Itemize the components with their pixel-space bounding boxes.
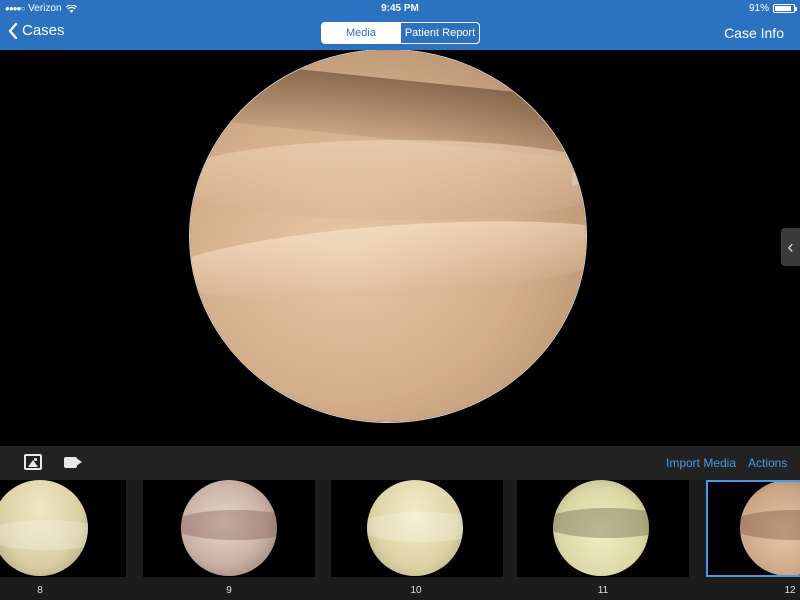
arthroscopy-image — [190, 50, 586, 422]
status-bar: ●●●●○ Verizon 9:45 PM 91% — [0, 0, 800, 17]
image-highlight-band — [0, 520, 88, 550]
side-panel-handle[interactable]: ‹ — [781, 228, 800, 266]
thumbnail-label: 8 — [37, 585, 43, 596]
image-highlight-band — [190, 140, 586, 220]
actions-button[interactable]: Actions — [748, 456, 787, 470]
media-viewer[interactable]: ‹ — [0, 50, 800, 446]
app-root: ●●●●○ Verizon 9:45 PM 91% Cases Media Pa… — [0, 0, 800, 600]
battery-percent: 91% — [748, 3, 769, 14]
segment-patient-report[interactable]: Patient Report — [400, 23, 479, 43]
battery-icon — [773, 4, 797, 13]
thumbnail-10[interactable] — [331, 480, 503, 577]
thumbnail-9[interactable] — [143, 480, 315, 577]
clock: 9:45 PM — [381, 3, 419, 14]
thumbnail-12[interactable] — [706, 480, 800, 577]
status-right: 91% — [748, 3, 797, 14]
chevron-left-icon: ‹ — [787, 236, 794, 257]
thumbnail-image — [367, 480, 463, 576]
chevron-left-icon — [8, 22, 18, 39]
thumbnail-image — [0, 480, 88, 576]
image-shade-band — [181, 510, 277, 540]
navigation-bar: Cases Media Patient Report Case Info — [0, 17, 800, 50]
thumbnail-image — [181, 480, 277, 576]
image-highlight-band — [190, 208, 586, 312]
import-media-button[interactable]: Import Media — [666, 456, 736, 470]
back-button[interactable]: Cases — [8, 22, 65, 39]
battery-fill — [775, 6, 792, 11]
thumbnail-image — [553, 480, 649, 576]
view-segmented-control: Media Patient Report — [321, 22, 480, 44]
thumbnail-8[interactable] — [0, 480, 126, 577]
scope-orientation-marker — [572, 172, 586, 186]
thumbnail-strip[interactable]: 8 9 10 11 12 — [0, 480, 800, 600]
media-toolbar: Import Media Actions — [0, 446, 800, 480]
back-button-label: Cases — [22, 22, 65, 39]
thumbnail-11[interactable] — [517, 480, 689, 577]
thumbnail-label: 10 — [410, 585, 422, 596]
thumbnail-label: 12 — [784, 585, 796, 596]
segment-media[interactable]: Media — [322, 23, 400, 43]
thumbnail-image — [740, 482, 800, 575]
thumbnail-label: 11 — [597, 585, 609, 596]
image-shade-band — [740, 510, 800, 540]
top-bar: ●●●●○ Verizon 9:45 PM 91% Cases Media Pa… — [0, 0, 800, 50]
thumbnail-label: 9 — [226, 585, 232, 596]
photo-icon[interactable] — [24, 454, 42, 470]
image-shade-band — [553, 508, 649, 538]
video-camera-icon[interactable] — [64, 457, 82, 468]
case-info-button[interactable]: Case Info — [724, 25, 784, 41]
image-highlight-band — [367, 512, 463, 542]
